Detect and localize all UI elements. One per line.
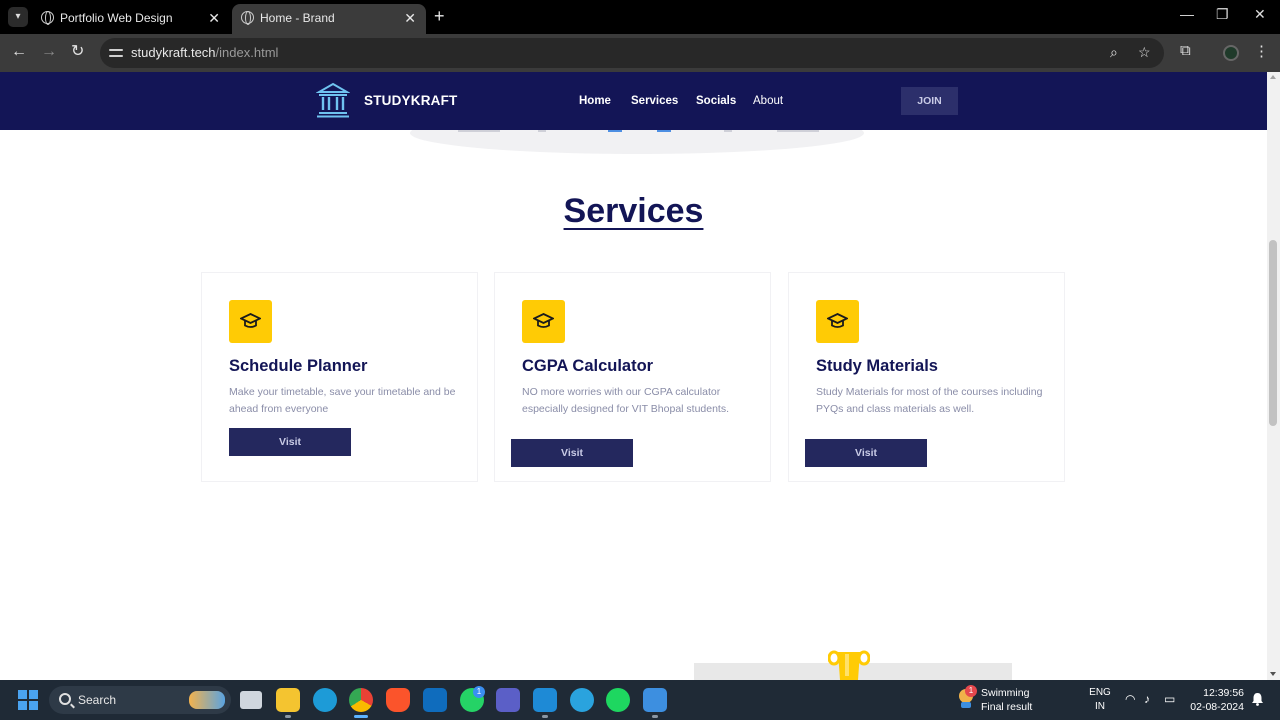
browser-toolbar: ← → ↻ studykraft.tech/index.html ⌕ ☆ ⧉ ⋮ xyxy=(0,34,1280,72)
battery-icon[interactable]: ▭ xyxy=(1164,692,1175,706)
spotify-icon[interactable] xyxy=(606,688,630,712)
reload-icon[interactable]: ↻ xyxy=(71,42,84,62)
weather-badge: 1 xyxy=(965,685,977,697)
close-tab-icon[interactable]: ✕ xyxy=(404,4,416,32)
globe-icon xyxy=(41,11,54,25)
card-description: Make your timetable, save your timetable… xyxy=(229,386,456,415)
browser-tab-bar: ▾ Portfolio Web Design ✕ Home - Brand ✕ … xyxy=(0,0,1280,34)
service-card-study-materials: Study Materials Study Materials for most… xyxy=(788,272,1065,482)
graduation-cap-icon xyxy=(522,300,565,343)
extensions-icon[interactable]: ⧉ xyxy=(1180,42,1191,59)
app-indicator-active xyxy=(354,715,368,718)
app-indicator xyxy=(652,715,658,718)
visit-button[interactable]: Visit xyxy=(511,439,633,467)
card-description: NO more worries with our CGPA calculator… xyxy=(522,386,730,415)
weather-widget-subtitle[interactable]: Final result xyxy=(981,701,1032,713)
search-label: Search xyxy=(78,693,117,707)
brand-name[interactable]: STUDYKRAFT xyxy=(364,72,458,130)
weather-widget-title[interactable]: Swimming xyxy=(981,687,1029,699)
brave-browser-icon[interactable] xyxy=(386,688,410,712)
windows-start-icon[interactable] xyxy=(18,690,38,710)
scroll-up-arrow-icon[interactable] xyxy=(1270,75,1276,79)
app-indicator xyxy=(285,715,291,718)
profile-avatar[interactable] xyxy=(1223,45,1239,61)
language-indicator-line2[interactable]: IN xyxy=(1085,701,1115,712)
tab-home-brand[interactable]: Home - Brand ✕ xyxy=(232,4,426,34)
tab-portfolio[interactable]: Portfolio Web Design ✕ xyxy=(32,4,230,34)
graduation-cap-icon xyxy=(229,300,272,343)
edge-browser-icon[interactable] xyxy=(313,688,337,712)
nav-socials-link[interactable]: Socials xyxy=(696,72,736,130)
teams-icon[interactable] xyxy=(496,688,520,712)
nav-services-link[interactable]: Services xyxy=(631,72,678,130)
close-tab-icon[interactable]: ✕ xyxy=(208,4,220,32)
browser-menu-icon[interactable]: ⋮ xyxy=(1254,42,1269,60)
service-card-cgpa-calculator: CGPA Calculator NO more worries with our… xyxy=(494,272,771,482)
photos-icon[interactable] xyxy=(643,688,667,712)
url-host: studykraft.tech xyxy=(131,45,216,60)
wifi-icon[interactable]: ◠ xyxy=(1125,692,1135,706)
url-path: /index.html xyxy=(215,45,279,60)
bank-building-icon[interactable] xyxy=(316,82,350,118)
visit-button[interactable]: Visit xyxy=(805,439,927,467)
site-navbar: STUDYKRAFT Home Services Socials About J… xyxy=(0,72,1267,130)
service-card-schedule-planner: Schedule Planner Make your timetable, sa… xyxy=(201,272,478,482)
whatsapp-badge: 1 xyxy=(473,686,485,698)
page-viewport: STUDYKRAFT Home Services Socials About J… xyxy=(0,72,1267,680)
address-bar[interactable]: studykraft.tech/index.html ⌕ ☆ xyxy=(100,38,1164,68)
back-arrow-icon[interactable]: ← xyxy=(11,42,27,62)
close-window-icon[interactable]: ✕ xyxy=(1254,6,1266,23)
windows-taskbar: Search 1 xyxy=(0,680,1280,720)
card-title: Schedule Planner xyxy=(229,357,368,375)
url-text[interactable]: studykraft.tech/index.html xyxy=(131,38,278,68)
new-tab-icon[interactable]: + xyxy=(434,6,445,26)
join-button[interactable]: JOIN xyxy=(901,87,958,115)
task-view-icon[interactable] xyxy=(240,691,262,709)
nav-about-link[interactable]: About xyxy=(753,72,783,130)
search-icon xyxy=(59,693,71,705)
services-heading-text: Services xyxy=(563,192,704,230)
scroll-down-arrow-icon[interactable] xyxy=(1270,672,1276,676)
forward-arrow-icon[interactable]: → xyxy=(41,42,57,62)
trophy-cup-icon xyxy=(828,650,870,680)
bookmark-star-icon[interactable]: ☆ xyxy=(1138,44,1151,61)
clock-date[interactable]: 02-08-2024 xyxy=(1188,701,1244,713)
tab-title: Home - Brand xyxy=(260,11,335,25)
card-title: Study Materials xyxy=(816,357,938,375)
page-scrollbar[interactable] xyxy=(1267,72,1280,680)
telegram-icon[interactable] xyxy=(570,688,594,712)
minimize-icon[interactable]: — xyxy=(1180,6,1194,22)
outlook-icon[interactable] xyxy=(423,688,447,712)
taskbar-search-box[interactable]: Search xyxy=(49,686,231,714)
app-indicator xyxy=(542,715,548,718)
zoom-icon[interactable]: ⌕ xyxy=(1110,44,1118,61)
visit-button[interactable]: Visit xyxy=(229,428,351,456)
clock-time[interactable]: 12:39:56 xyxy=(1188,687,1244,699)
graduation-cap-icon xyxy=(816,300,859,343)
globe-icon xyxy=(241,11,254,25)
tab-search-chevron-icon[interactable]: ▾ xyxy=(8,7,28,27)
services-heading: Services xyxy=(0,192,1267,231)
restore-icon[interactable]: ❐ xyxy=(1216,6,1229,23)
nav-home-link[interactable]: Home xyxy=(579,72,611,130)
card-description: Study Materials for most of the courses … xyxy=(816,386,1043,415)
site-info-icon[interactable] xyxy=(109,46,123,60)
card-title: CGPA Calculator xyxy=(522,357,654,375)
scroll-thumb[interactable] xyxy=(1269,240,1277,426)
language-indicator-line1[interactable]: ENG xyxy=(1085,687,1115,698)
file-explorer-icon[interactable] xyxy=(276,688,300,712)
notification-bell-icon[interactable] xyxy=(1251,692,1264,706)
chrome-browser-icon[interactable] xyxy=(349,688,373,712)
vscode-icon[interactable] xyxy=(533,688,557,712)
search-highlight-art xyxy=(189,691,225,709)
tab-title: Portfolio Web Design xyxy=(60,11,173,25)
volume-icon[interactable]: ♪ xyxy=(1144,692,1150,706)
